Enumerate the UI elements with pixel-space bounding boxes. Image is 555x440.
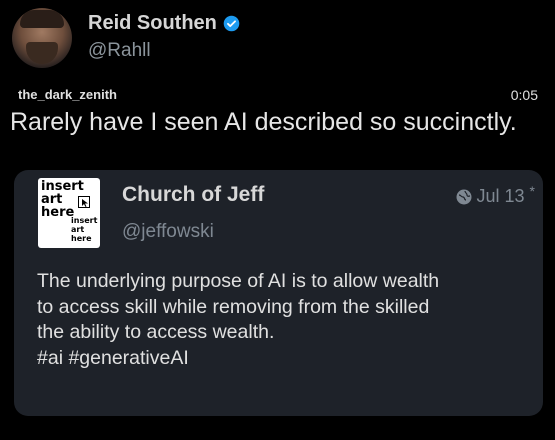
quoted-author-name[interactable]: Church of Jeff <box>122 183 264 207</box>
avatar-beard <box>26 42 58 64</box>
quoted-post-body: The underlying purpose of AI is to allow… <box>37 269 527 371</box>
date-marker: * <box>529 182 535 199</box>
hashtags[interactable]: #ai #generativeAI <box>37 346 527 372</box>
verified-badge-icon <box>223 15 240 32</box>
body-line: the ability to access wealth. <box>37 321 275 343</box>
quoted-author-handle[interactable]: @jeffowski <box>122 221 214 243</box>
video-source-label: the_dark_zenith <box>18 87 117 102</box>
author-name-row[interactable]: Reid Southen <box>88 12 240 35</box>
body-line: The underlying purpose of AI is to allow… <box>37 270 440 292</box>
video-timestamp: 0:05 <box>510 87 538 103</box>
globe-icon <box>456 189 471 204</box>
quoted-author-avatar[interactable]: insert art here insert art here <box>38 178 100 248</box>
author-avatar[interactable] <box>12 8 72 68</box>
post-caption: Rarely have I seen AI described so succi… <box>10 108 517 136</box>
author-handle[interactable]: @Rahll <box>88 40 151 62</box>
quoted-date-text: Jul 13 <box>476 186 525 206</box>
avatar-hair <box>20 10 64 28</box>
body-line: to access skill while removing from the … <box>37 295 430 318</box>
quoted-date[interactable]: Jul 13 * <box>456 182 535 207</box>
author-name[interactable]: Reid Southen <box>88 12 217 35</box>
logo-small-text: insert art here <box>71 216 98 243</box>
cursor-icon <box>78 196 90 208</box>
